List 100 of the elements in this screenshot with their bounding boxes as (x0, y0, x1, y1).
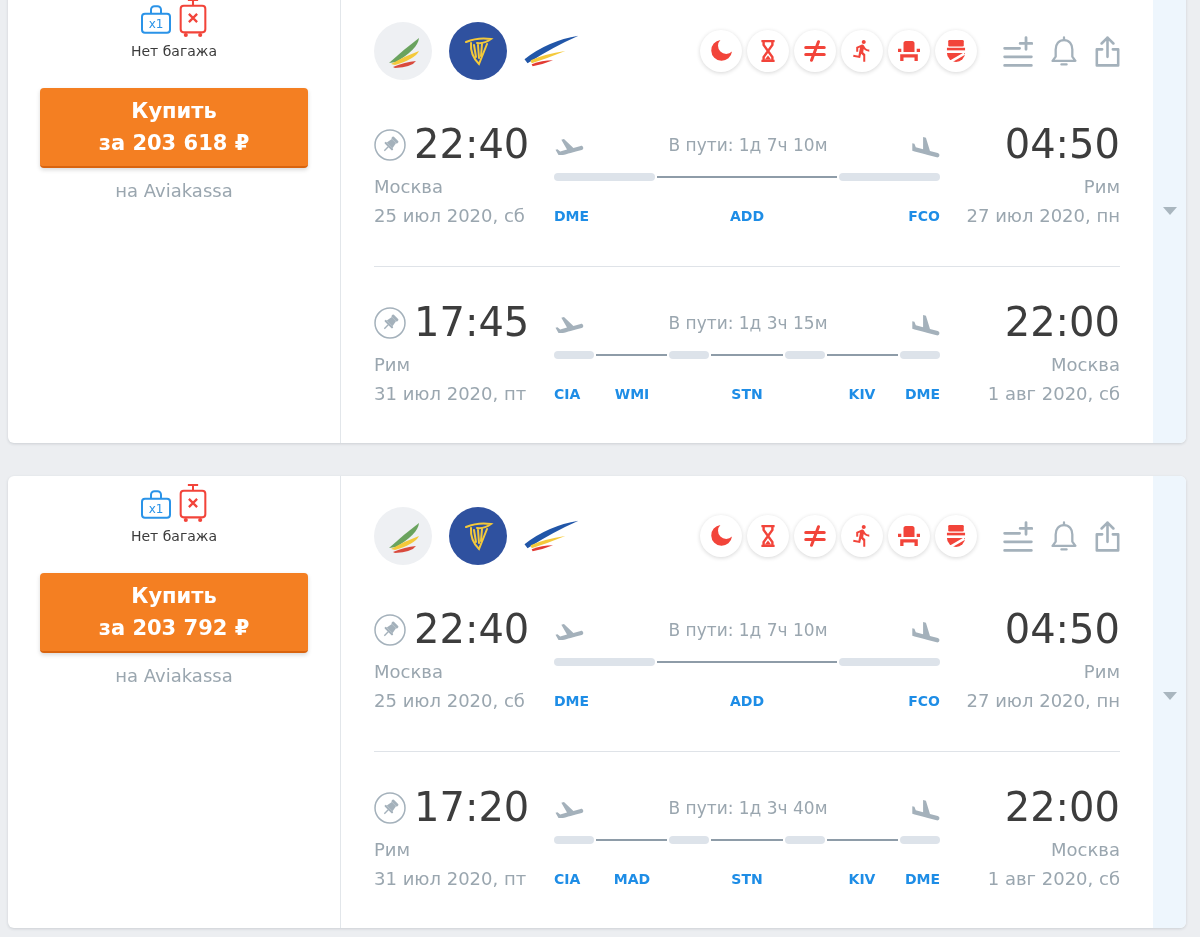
airport-code: KIV (848, 385, 876, 404)
departure-date: 25 июл 2020, сб (374, 689, 526, 713)
departure-date: 25 июл 2020, сб (374, 204, 526, 228)
arrival-time: 04:50 (1004, 604, 1120, 654)
flight-leg-bar (900, 351, 940, 359)
cap-person-icon (935, 30, 977, 72)
landing-icon (912, 314, 940, 336)
airport-code: ADD (729, 692, 765, 711)
airport-code: CIA (554, 870, 581, 889)
baggage-label: Нет багажа (130, 527, 218, 546)
flight-leg-bar (669, 836, 710, 844)
pin-icon[interactable] (374, 792, 406, 824)
travel-duration: В пути: 1д 7ч 10м (667, 133, 829, 157)
takeoff-icon (554, 802, 584, 818)
flight-leg-bar (554, 351, 594, 359)
arrival-date: 1 авг 2020, сб (986, 867, 1120, 891)
baggage-label: Нет багажа (130, 42, 218, 61)
harp-logo-icon (449, 507, 507, 565)
arrival-date: 27 июл 2020, пн (965, 204, 1120, 228)
bell-icon[interactable] (1051, 521, 1077, 551)
not-equal-icon (794, 30, 836, 72)
moon-icon (700, 515, 742, 557)
wing-logo-icon (374, 507, 432, 565)
departure-city: Рим (374, 838, 412, 862)
arrival-city: Москва (1050, 838, 1120, 862)
departure-date: 31 июл 2020, пт (374, 867, 528, 891)
flight-leg-bar (900, 836, 940, 844)
departure-city: Москва (374, 175, 444, 199)
moon-icon (700, 30, 742, 72)
arrival-city: Рим (1082, 175, 1120, 199)
buy-button[interactable]: Купить за 203 618 ₽ (40, 88, 308, 168)
expand-toggle[interactable] (1153, 476, 1186, 928)
harp-logo-icon (449, 22, 507, 80)
pin-icon[interactable] (374, 307, 406, 339)
running-person-icon (841, 515, 883, 557)
takeoff-icon (554, 317, 584, 333)
layover-line (711, 839, 783, 841)
buy-button[interactable]: Купить за 203 792 ₽ (40, 573, 308, 653)
not-equal-icon (794, 515, 836, 557)
bell-icon[interactable] (1051, 36, 1077, 66)
arrival-date: 27 июл 2020, пн (965, 689, 1120, 713)
running-person-icon (841, 30, 883, 72)
arrival-city: Москва (1050, 353, 1120, 377)
departure-city: Москва (374, 660, 444, 684)
arrival-city: Рим (1082, 660, 1120, 684)
takeoff-icon (554, 624, 584, 640)
share-icon[interactable] (1095, 520, 1120, 552)
add-to-list-icon[interactable] (1003, 520, 1033, 552)
travel-duration: В пути: 1д 3ч 15м (667, 311, 829, 335)
layover-line (711, 354, 783, 356)
add-to-list-icon[interactable] (1003, 35, 1033, 67)
seller-label: на Aviakassa (115, 664, 233, 688)
departure-time: 22:40 (414, 119, 530, 169)
travel-duration: В пути: 1д 3ч 40м (667, 796, 829, 820)
suitcase-icon (179, 484, 207, 522)
landing-icon (912, 799, 940, 821)
airport-code: KIV (848, 870, 876, 889)
arrival-date: 1 авг 2020, сб (986, 382, 1120, 406)
flight-leg-bar (669, 351, 710, 359)
airport-code: MAD (613, 870, 651, 889)
wing-logo-icon (524, 35, 579, 67)
airport-code: FCO (908, 207, 940, 226)
pin-icon[interactable] (374, 129, 406, 161)
departure-city: Рим (374, 353, 412, 377)
airport-code: STN (731, 870, 763, 889)
share-icon[interactable] (1095, 35, 1120, 67)
seat-icon (888, 515, 930, 557)
seat-icon (888, 30, 930, 72)
wing-logo-icon (524, 520, 579, 552)
airport-code: DME (554, 692, 590, 711)
landing-icon (912, 621, 940, 643)
hourglass-icon (747, 515, 789, 557)
wing-logo-icon (374, 22, 432, 80)
airport-code: FCO (908, 692, 940, 711)
departure-time: 17:45 (414, 297, 530, 347)
takeoff-icon (554, 139, 584, 155)
pin-icon[interactable] (374, 614, 406, 646)
airport-code: STN (731, 385, 763, 404)
flight-leg-bar (554, 836, 594, 844)
seller-label: на Aviakassa (115, 179, 233, 203)
arrival-time: 04:50 (1004, 119, 1120, 169)
arrival-time: 22:00 (1004, 297, 1120, 347)
airport-code: CIA (554, 385, 581, 404)
arrival-time: 22:00 (1004, 782, 1120, 832)
departure-date: 31 июл 2020, пт (374, 382, 528, 406)
expand-toggle[interactable] (1153, 0, 1186, 443)
travel-duration: В пути: 1д 7ч 10м (667, 618, 829, 642)
airport-code: DME (904, 870, 940, 889)
cap-person-icon (935, 515, 977, 557)
hourglass-icon (747, 30, 789, 72)
suitcase-icon (179, 0, 207, 37)
flight-leg-bar (784, 836, 825, 844)
airport-code: ADD (729, 207, 765, 226)
airport-code: DME (904, 385, 940, 404)
flight-leg-bar (784, 351, 825, 359)
airport-code: DME (554, 207, 590, 226)
landing-icon (912, 136, 940, 158)
departure-time: 22:40 (414, 604, 530, 654)
departure-time: 17:20 (414, 782, 530, 832)
airport-code: WMI (614, 385, 650, 404)
